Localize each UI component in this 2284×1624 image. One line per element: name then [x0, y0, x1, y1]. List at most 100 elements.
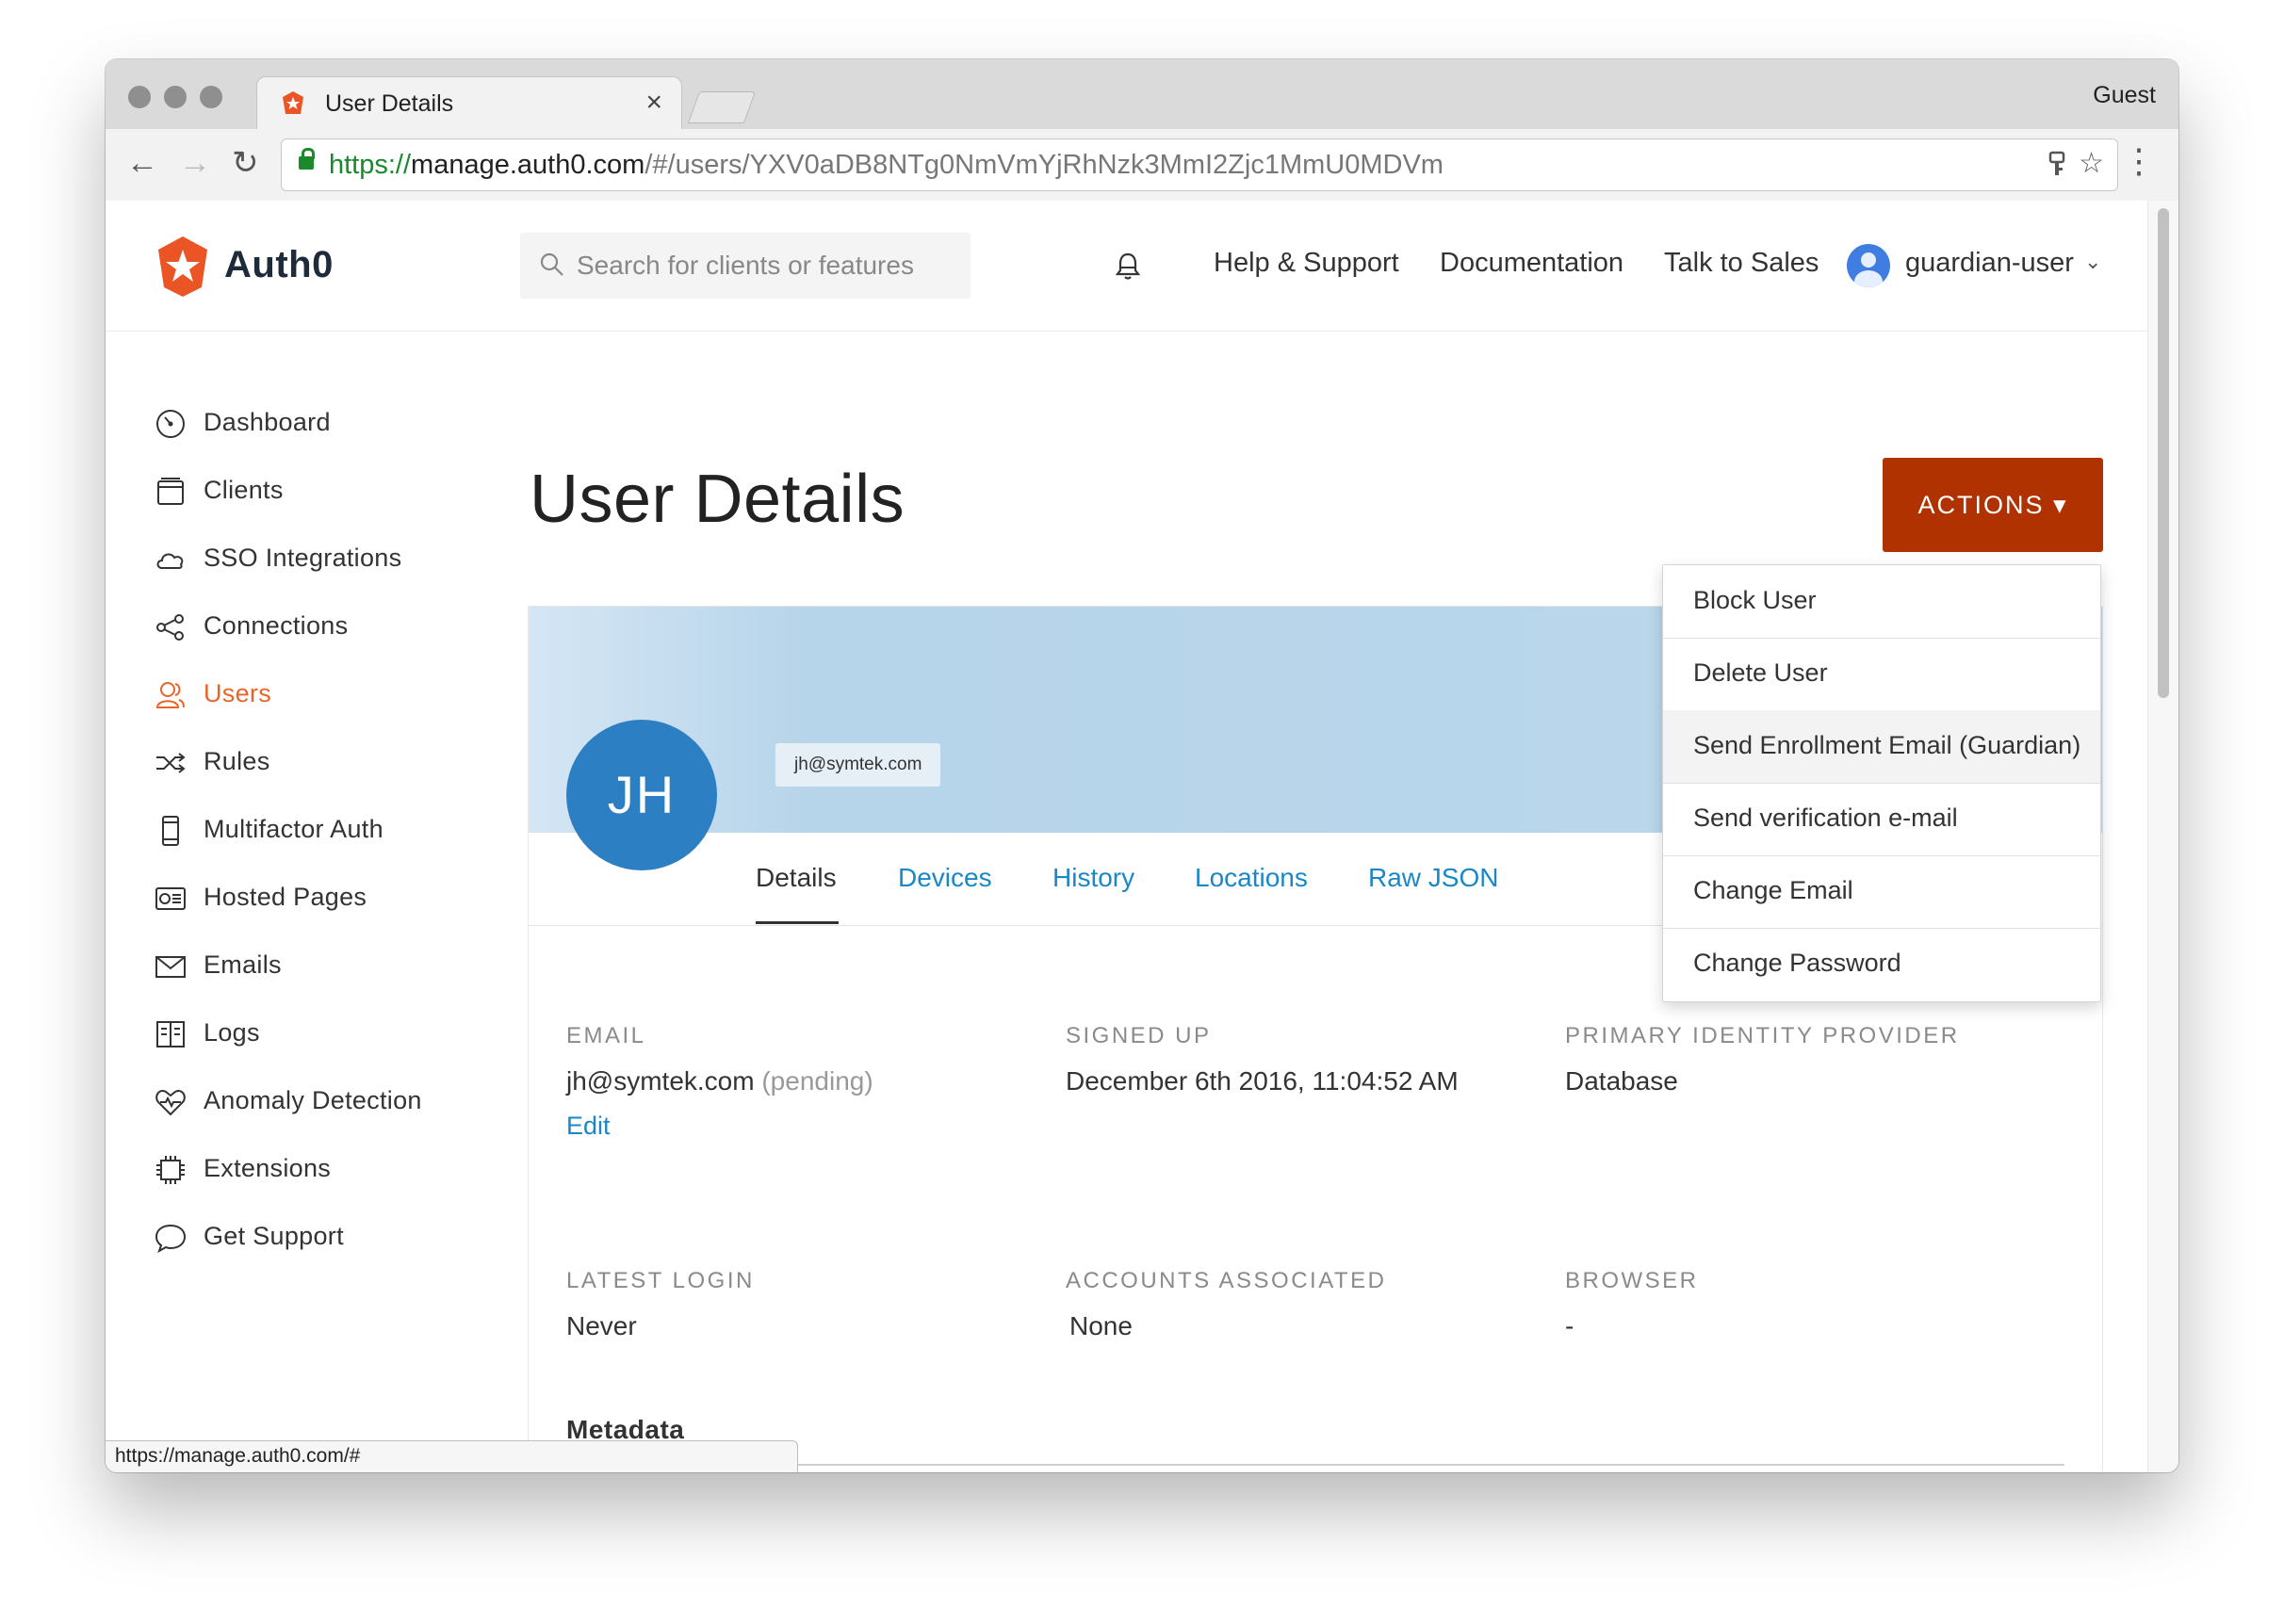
- url-scheme: https://: [329, 150, 412, 180]
- browser-menu-icon[interactable]: ⋮: [2122, 142, 2156, 180]
- dashboard-icon: [156, 410, 185, 438]
- provider-label: PRIMARY IDENTITY PROVIDER: [1565, 1023, 1960, 1048]
- sidebar-item-label: Anomaly Detection: [204, 1086, 422, 1114]
- status-bar: https://manage.auth0.com/#: [106, 1440, 798, 1472]
- user-avatar[interactable]: [1847, 244, 1890, 287]
- tab-raw-json[interactable]: Raw JSON: [1368, 863, 1498, 893]
- tab-locations[interactable]: Locations: [1195, 863, 1308, 893]
- email-value: jh@symtek.com (pending): [566, 1066, 873, 1096]
- provider-value: Database: [1565, 1066, 1678, 1096]
- menu-item-label: Change Password: [1693, 949, 1901, 977]
- close-window-button[interactable]: [128, 86, 151, 108]
- documentation-link[interactable]: Documentation: [1440, 248, 1623, 279]
- tab-details[interactable]: Details: [756, 863, 837, 893]
- profile-name[interactable]: Guest: [2093, 82, 2156, 109]
- browser-value: -: [1565, 1311, 1574, 1340]
- auth0-favicon-icon: [283, 91, 303, 114]
- clients-icon: [157, 478, 184, 505]
- reload-icon[interactable]: ↻: [232, 144, 259, 182]
- accounts-value: None: [1069, 1311, 1133, 1340]
- signed-up-value: December 6th 2016, 11:04:52 AM: [1066, 1066, 1459, 1096]
- heart-pulse-icon: [155, 1090, 186, 1116]
- latest-login-label: LATEST LOGIN: [566, 1268, 755, 1293]
- active-tab-indicator: [756, 921, 839, 924]
- tab-title: User Details: [325, 90, 454, 117]
- notifications-bell-icon[interactable]: [1114, 252, 1142, 282]
- envelope-icon: [155, 956, 186, 978]
- url-host: manage.auth0.com: [411, 150, 645, 180]
- search-box[interactable]: [520, 233, 971, 299]
- browser-tab[interactable]: User Details ×: [256, 76, 682, 130]
- menu-item-block-user[interactable]: Block User: [1663, 565, 2100, 639]
- tab-close-icon[interactable]: ×: [645, 87, 662, 119]
- browser-toolbar: ← → ↻ https://manage.auth0.com/#/users/Y…: [106, 129, 2178, 202]
- auth0-logo-icon[interactable]: [155, 235, 211, 299]
- cloud-icon: [156, 553, 184, 569]
- talk-to-sales-link[interactable]: Talk to Sales: [1664, 248, 1819, 279]
- chip-icon: [156, 1156, 185, 1184]
- book-icon: [156, 1021, 185, 1047]
- menu-item-delete-user[interactable]: Delete User: [1663, 638, 2100, 711]
- menu-item-send-verification-email[interactable]: Send verification e-mail: [1663, 783, 2100, 856]
- accounts-label: ACCOUNTS ASSOCIATED: [1066, 1268, 1387, 1293]
- title-bar: User Details × Guest: [106, 59, 2178, 130]
- forward-arrow-icon[interactable]: →: [179, 144, 211, 182]
- page-title: User Details: [530, 462, 905, 537]
- chevron-down-icon[interactable]: ⌄: [2084, 250, 2101, 274]
- menu-item-label: Send verification e-mail: [1693, 804, 1958, 832]
- sidebar-item-label: Users: [204, 679, 272, 707]
- menu-item-change-password[interactable]: Change Password: [1663, 928, 2100, 1000]
- menu-item-send-enrollment-email[interactable]: Send Enrollment Email (Guardian): [1663, 710, 2100, 784]
- hosted-pages-icon: [155, 887, 186, 910]
- scrollbar-thumb[interactable]: [2158, 208, 2169, 698]
- tab-devices[interactable]: Devices: [898, 863, 992, 893]
- tab-history[interactable]: History: [1052, 863, 1134, 893]
- user-menu-name[interactable]: guardian-user: [1905, 248, 2074, 279]
- url-path: /#/users/YXV0aDB8NTg0NmVmYjRhNzk3MmI2Zjc…: [644, 150, 1444, 180]
- edit-email-link[interactable]: Edit: [566, 1112, 611, 1141]
- url-text[interactable]: https://manage.auth0.com/#/users/YXV0aDB…: [329, 150, 1444, 181]
- bookmark-star-icon[interactable]: ☆: [2079, 148, 2104, 179]
- sidebar-item-label: Connections: [204, 611, 349, 640]
- menu-item-change-email[interactable]: Change Email: [1663, 855, 2100, 929]
- phone-icon: [162, 816, 179, 846]
- sidebar-item-label: Extensions: [204, 1154, 332, 1182]
- email-label: EMAIL: [566, 1023, 646, 1048]
- app-header: Auth0 Help & Support Documentation Talk …: [106, 201, 2148, 332]
- browser-window: User Details × Guest ← → ↻ https://manag…: [106, 59, 2178, 1472]
- key-icon[interactable]: [2047, 151, 2067, 179]
- users-icon: [155, 682, 185, 708]
- sidebar-item-label: SSO Integrations: [204, 544, 402, 572]
- lock-icon: [299, 148, 315, 170]
- menu-item-label: Delete User: [1693, 658, 1828, 687]
- sidebar-item-label: Hosted Pages: [204, 883, 367, 911]
- minimize-window-button[interactable]: [164, 86, 187, 108]
- help-support-link[interactable]: Help & Support: [1214, 248, 1399, 279]
- shuffle-icon: [156, 753, 186, 773]
- email-address: jh@symtek.com: [566, 1066, 755, 1096]
- actions-button[interactable]: ACTIONS ▾: [1883, 458, 2103, 552]
- search-input[interactable]: [575, 244, 955, 287]
- menu-item-label: Send Enrollment Email (Guardian): [1693, 731, 2081, 759]
- menu-item-label: Change Email: [1693, 876, 1853, 904]
- sidebar-item-label: Get Support: [204, 1222, 344, 1250]
- page-scrollbar[interactable]: [2147, 201, 2178, 1472]
- sidebar-item-label: Clients: [204, 476, 284, 504]
- sidebar-item-label: Logs: [204, 1018, 260, 1047]
- signed-up-label: SIGNED UP: [1066, 1023, 1212, 1048]
- new-tab-button[interactable]: [687, 91, 757, 123]
- actions-dropdown: Block User Delete User Send Enrollment E…: [1662, 564, 2101, 1002]
- connections-icon: [156, 614, 184, 641]
- latest-login-value: Never: [566, 1311, 637, 1340]
- brand-name[interactable]: Auth0: [224, 244, 334, 286]
- email-status: (pending): [761, 1066, 873, 1096]
- search-icon: [540, 252, 563, 276]
- status-url: https://manage.auth0.com/#: [115, 1445, 361, 1467]
- back-arrow-icon[interactable]: ←: [126, 144, 158, 182]
- sidebar-item-label: Rules: [204, 747, 270, 775]
- browser-label: BROWSER: [1565, 1268, 1699, 1293]
- page-content: Auth0 Help & Support Documentation Talk …: [106, 201, 2148, 1472]
- zoom-window-button[interactable]: [200, 86, 222, 108]
- address-bar[interactable]: https://manage.auth0.com/#/users/YXV0aDB…: [281, 138, 2118, 191]
- sidebar-item-label: Dashboard: [204, 408, 331, 436]
